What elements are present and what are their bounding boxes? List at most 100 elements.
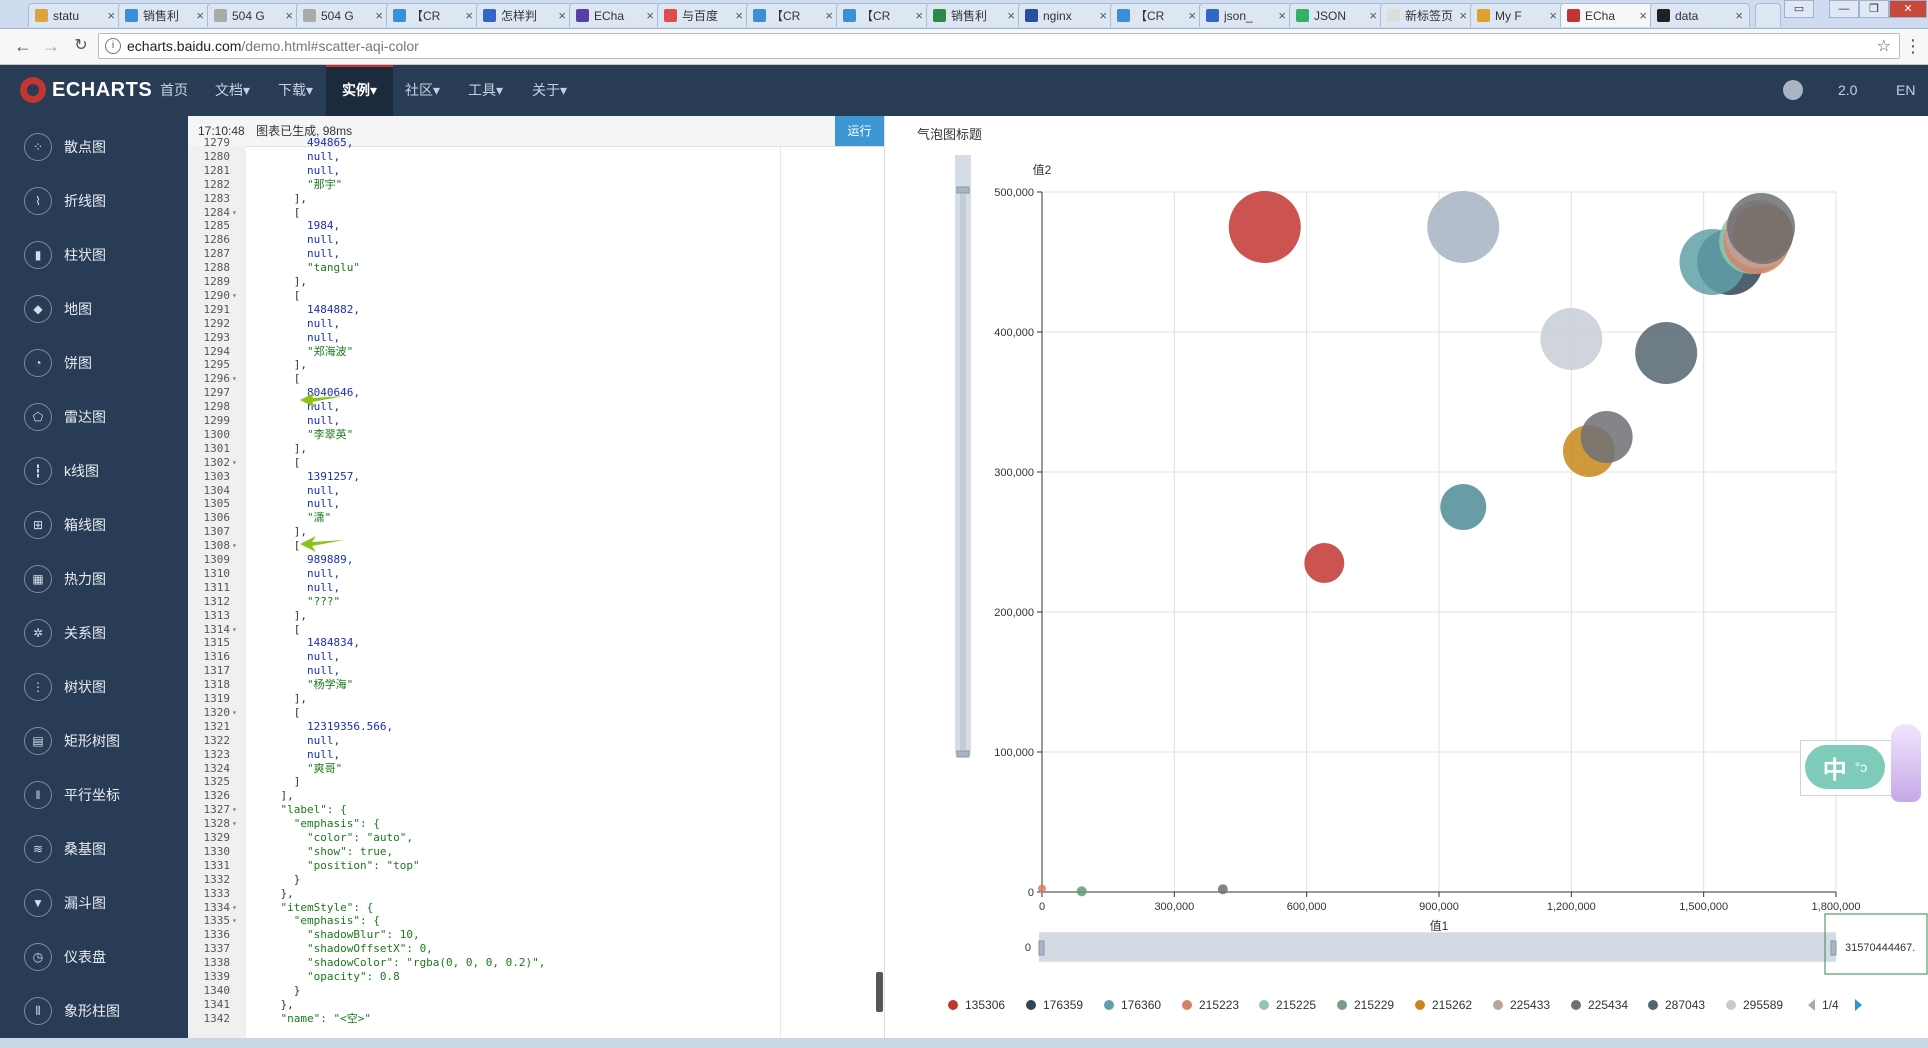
browser-tab[interactable]: 怎样判 × bbox=[476, 3, 573, 27]
tab-close-icon[interactable]: × bbox=[1099, 8, 1107, 23]
editor-scrollbar[interactable] bbox=[876, 972, 883, 1012]
tab-close-icon[interactable]: × bbox=[735, 8, 743, 23]
floating-ime-widget[interactable]: 中 °ↄ bbox=[1800, 740, 1892, 796]
sidebar-item[interactable]: ▤ 矩形树图 bbox=[8, 714, 188, 768]
fold-toggle-icon[interactable]: ▾ bbox=[232, 456, 237, 470]
legend-label[interactable]: 215223 bbox=[1199, 998, 1239, 1012]
bubble-point[interactable] bbox=[1217, 884, 1228, 895]
fold-toggle-icon[interactable]: ▾ bbox=[232, 372, 237, 386]
legend-marker[interactable] bbox=[1026, 1000, 1036, 1010]
bubble-point[interactable] bbox=[1635, 322, 1698, 384]
legend-marker[interactable] bbox=[1337, 1000, 1347, 1010]
legend-marker[interactable] bbox=[1493, 1000, 1503, 1010]
legend-label[interactable]: 225433 bbox=[1510, 998, 1550, 1012]
tab-close-icon[interactable]: × bbox=[1369, 8, 1377, 23]
sidebar-item[interactable]: ⋮ 树状图 bbox=[8, 660, 188, 714]
close-window-button[interactable]: ✕ bbox=[1889, 0, 1927, 18]
sidebar-item[interactable]: ⫴ 象形柱图 bbox=[8, 984, 188, 1038]
bubble-point[interactable] bbox=[1304, 543, 1345, 583]
nav-item[interactable]: 文档▾ bbox=[201, 65, 264, 116]
sidebar-item[interactable]: ▦ 热力图 bbox=[8, 552, 188, 606]
browser-tab[interactable]: ECha × bbox=[569, 3, 661, 27]
browser-tab[interactable]: 与百度 × bbox=[657, 3, 750, 27]
fold-toggle-icon[interactable]: ▾ bbox=[232, 817, 237, 831]
fold-toggle-icon[interactable]: ▾ bbox=[232, 623, 237, 637]
sidebar-item[interactable]: ⌇ 折线图 bbox=[8, 174, 188, 228]
bubble-point[interactable] bbox=[1540, 308, 1603, 370]
bubble-point[interactable] bbox=[1076, 886, 1087, 897]
legend-label[interactable]: 176359 bbox=[1043, 998, 1083, 1012]
sidebar-item[interactable]: ≋ 桑基图 bbox=[8, 822, 188, 876]
browser-tab[interactable]: 【CR × bbox=[836, 3, 930, 27]
bubble-point[interactable] bbox=[1580, 411, 1633, 463]
tab-close-icon[interactable]: × bbox=[646, 8, 654, 23]
sidebar-item[interactable]: ⁘ 散点图 bbox=[8, 120, 188, 174]
tab-close-icon[interactable]: × bbox=[915, 8, 923, 23]
legend-label[interactable]: 215262 bbox=[1432, 998, 1472, 1012]
browser-tab[interactable]: My F × bbox=[1470, 3, 1564, 27]
legend-label[interactable]: 215225 bbox=[1276, 998, 1316, 1012]
new-tab-button[interactable] bbox=[1755, 3, 1781, 27]
tab-close-icon[interactable]: × bbox=[558, 8, 566, 23]
browser-tab[interactable]: 新标签页 × bbox=[1380, 3, 1474, 27]
legend-marker[interactable] bbox=[1415, 1000, 1425, 1010]
url-input[interactable]: i echarts.baidu.com/demo.html#scatter-aq… bbox=[98, 33, 1900, 59]
menu-icon[interactable]: ⋮ bbox=[1902, 35, 1924, 57]
legend-marker[interactable] bbox=[1726, 1000, 1736, 1010]
x-datazoom-handle-left[interactable] bbox=[1038, 940, 1045, 956]
version-link[interactable]: 2.0 bbox=[1838, 65, 1857, 116]
fold-toggle-icon[interactable]: ▾ bbox=[232, 803, 237, 817]
sidebar-item[interactable]: ‖ 平行坐标 bbox=[8, 768, 188, 822]
browser-tab[interactable]: 销售利 × bbox=[926, 3, 1022, 27]
legend-prev-icon[interactable] bbox=[1808, 999, 1815, 1011]
browser-tab[interactable]: 销售利 × bbox=[118, 3, 211, 27]
tab-close-icon[interactable]: × bbox=[196, 8, 204, 23]
fold-toggle-icon[interactable]: ▾ bbox=[232, 539, 237, 553]
legend-label[interactable]: 225434 bbox=[1588, 998, 1628, 1012]
legend-label[interactable]: 287043 bbox=[1665, 998, 1705, 1012]
sidebar-item[interactable]: ▼ 漏斗图 bbox=[8, 876, 188, 930]
legend-marker[interactable] bbox=[1104, 1000, 1114, 1010]
restore-button[interactable]: ❐ bbox=[1859, 0, 1889, 18]
fold-toggle-icon[interactable]: ▾ bbox=[232, 289, 237, 303]
forward-button[interactable]: → bbox=[40, 35, 62, 57]
legend-label[interactable]: 215229 bbox=[1354, 998, 1394, 1012]
back-button[interactable]: ← bbox=[12, 35, 34, 57]
legend-marker[interactable] bbox=[1182, 1000, 1192, 1010]
language-link[interactable]: EN bbox=[1896, 65, 1915, 116]
legend-label[interactable]: 176360 bbox=[1121, 998, 1161, 1012]
reload-button[interactable]: ↻ bbox=[70, 35, 92, 57]
bubble-point[interactable] bbox=[1733, 204, 1794, 264]
tab-close-icon[interactable]: × bbox=[1459, 8, 1467, 23]
tab-close-icon[interactable]: × bbox=[1735, 8, 1743, 23]
legend-label[interactable]: 295589 bbox=[1743, 998, 1783, 1012]
bubble-point[interactable] bbox=[1440, 484, 1487, 530]
legend-next-icon[interactable] bbox=[1855, 999, 1862, 1011]
sidebar-item[interactable]: ▮ 柱状图 bbox=[8, 228, 188, 282]
browser-tab[interactable]: nginx × bbox=[1018, 3, 1114, 27]
browser-tab[interactable]: statu × bbox=[28, 3, 122, 27]
sidebar-item[interactable]: ◔ 饼图 bbox=[8, 336, 188, 390]
nav-item[interactable]: 工具▾ bbox=[454, 65, 517, 116]
sidebar-item[interactable]: ⊞ 箱线图 bbox=[8, 498, 188, 552]
tab-close-icon[interactable]: × bbox=[375, 8, 383, 23]
y-datazoom-handle-top[interactable] bbox=[956, 186, 970, 194]
bookmark-star-icon[interactable]: ☆ bbox=[1877, 36, 1891, 56]
tab-close-icon[interactable]: × bbox=[1007, 8, 1015, 23]
tab-close-icon[interactable]: × bbox=[107, 8, 115, 23]
github-icon[interactable] bbox=[1783, 80, 1803, 100]
tab-close-icon[interactable]: × bbox=[825, 8, 833, 23]
legend-marker[interactable] bbox=[1648, 1000, 1658, 1010]
sidebar-item[interactable]: ✲ 关系图 bbox=[8, 606, 188, 660]
fold-toggle-icon[interactable]: ▾ bbox=[232, 706, 237, 720]
nav-item[interactable]: 首页 bbox=[146, 65, 202, 116]
page-info-icon[interactable]: i bbox=[105, 38, 121, 54]
fold-toggle-icon[interactable]: ▾ bbox=[232, 901, 237, 915]
bubble-point[interactable] bbox=[1228, 191, 1301, 263]
browser-tab[interactable]: 【CR × bbox=[1110, 3, 1203, 27]
x-datazoom-handle-right[interactable] bbox=[1830, 940, 1837, 956]
browser-tab[interactable]: JSON × bbox=[1289, 3, 1384, 27]
bubble-chart[interactable]: 气泡图标题 0 300,000 600,000 900,000 1,200,000 1,50… bbox=[885, 116, 1928, 1048]
sidebar-item[interactable]: ┇ k线图 bbox=[8, 444, 188, 498]
nav-item[interactable]: 社区▾ bbox=[391, 65, 454, 116]
